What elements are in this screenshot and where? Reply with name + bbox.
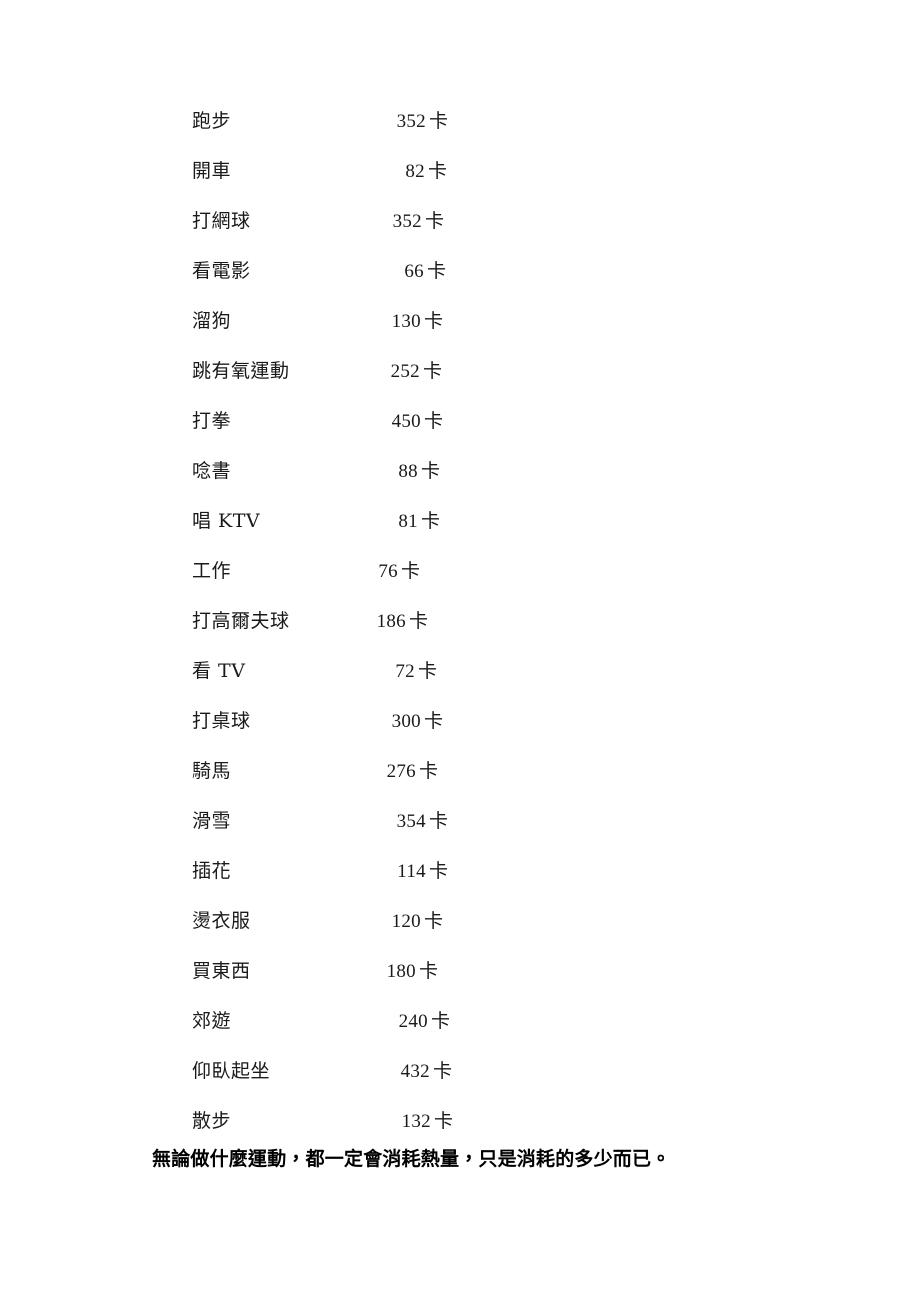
activity-row: 溜狗 130 卡 (0, 308, 920, 358)
calorie-number: 114 (397, 861, 426, 882)
calorie-number: 252 (390, 361, 420, 382)
calorie-unit: 卡 (433, 1110, 453, 1132)
activity-row: 唱 KTV 81 卡 (0, 508, 920, 558)
calorie-number: 354 (396, 811, 426, 832)
calorie-unit: 卡 (427, 160, 447, 182)
calorie-number: 352 (392, 211, 422, 232)
activity-calorie-value: 66 卡 (0, 258, 446, 285)
calorie-number: 352 (396, 111, 426, 132)
calorie-number: 432 (400, 1061, 430, 1082)
activity-calorie-value: 130 卡 (0, 308, 443, 335)
calorie-unit: 卡 (423, 710, 443, 732)
calorie-unit: 卡 (430, 1010, 450, 1032)
activity-row: 看 TV 72 卡 (0, 658, 920, 708)
calorie-unit: 卡 (418, 760, 438, 782)
calorie-unit: 卡 (428, 810, 448, 832)
activity-row: 唸書 88 卡 (0, 458, 920, 508)
calorie-unit: 卡 (418, 960, 438, 982)
activity-calorie-value: 82 卡 (0, 158, 447, 185)
calorie-unit: 卡 (420, 460, 440, 482)
activity-calorie-value: 354 卡 (0, 808, 448, 835)
calorie-number: 76 (378, 561, 398, 582)
calorie-unit: 卡 (417, 660, 437, 682)
activity-calorie-value: 120 卡 (0, 908, 443, 935)
calorie-number: 88 (398, 461, 418, 482)
activity-calorie-value: 81 卡 (0, 508, 440, 535)
calorie-unit: 卡 (426, 260, 446, 282)
activity-calorie-value: 450 卡 (0, 408, 443, 435)
activity-row: 跳有氧運動 252 卡 (0, 358, 920, 408)
calorie-unit: 卡 (423, 910, 443, 932)
activity-row: 跑步 352 卡 (0, 108, 920, 158)
calorie-number: 120 (391, 911, 421, 932)
calorie-unit: 卡 (432, 1060, 452, 1082)
calorie-number: 300 (391, 711, 421, 732)
activity-row: 開車 82 卡 (0, 158, 920, 208)
activity-calorie-value: 180 卡 (0, 958, 438, 985)
activity-row: 打高爾夫球 186 卡 (0, 608, 920, 658)
activity-calorie-value: 72 卡 (0, 658, 437, 685)
activity-calorie-value: 252 卡 (0, 358, 442, 385)
activity-row: 仰臥起坐 432 卡 (0, 1058, 920, 1108)
activity-row: 買東西 180 卡 (0, 958, 920, 1008)
activity-calorie-value: 186 卡 (0, 608, 428, 635)
activity-row: 郊遊 240 卡 (0, 1008, 920, 1058)
calorie-number: 82 (405, 161, 425, 182)
activity-calorie-value: 114 卡 (0, 858, 448, 885)
activity-calorie-value: 276 卡 (0, 758, 438, 785)
activity-row: 打網球 352 卡 (0, 208, 920, 258)
calorie-unit: 卡 (420, 510, 440, 532)
calorie-number: 132 (401, 1111, 431, 1132)
footer-note: 無論做什麼運動，都一定會消耗熱量，只是消耗的多少而已。 (152, 1148, 671, 1170)
activity-row: 插花 114 卡 (0, 858, 920, 908)
calorie-unit: 卡 (422, 360, 442, 382)
activity-row: 騎馬 276 卡 (0, 758, 920, 808)
calorie-unit: 卡 (423, 310, 443, 332)
activity-calorie-value: 300 卡 (0, 708, 443, 735)
calorie-unit: 卡 (408, 610, 428, 632)
activity-calorie-value: 352 卡 (0, 108, 448, 135)
calorie-number: 180 (386, 961, 416, 982)
activity-calorie-value: 88 卡 (0, 458, 440, 485)
activity-row: 看電影 66 卡 (0, 258, 920, 308)
activity-calorie-value: 240 卡 (0, 1008, 450, 1035)
activity-row: 滑雪 354 卡 (0, 808, 920, 858)
activity-row: 打拳 450 卡 (0, 408, 920, 458)
calorie-number: 240 (398, 1011, 428, 1032)
activity-row: 打桌球 300 卡 (0, 708, 920, 758)
calorie-unit: 卡 (428, 110, 448, 132)
document-page: 跑步 352 卡開車 82 卡打網球 352 卡看電影 66 卡溜狗 130 卡跳有氧運動 252 卡打… (0, 0, 920, 1302)
calorie-number: 186 (376, 611, 406, 632)
calorie-number: 276 (386, 761, 416, 782)
calorie-unit: 卡 (424, 210, 444, 232)
activity-calorie-value: 132 卡 (0, 1108, 453, 1135)
calorie-unit: 卡 (423, 410, 443, 432)
calorie-unit: 卡 (400, 560, 420, 582)
calorie-number: 66 (404, 261, 424, 282)
activity-row: 工作 76 卡 (0, 558, 920, 608)
activity-calorie-value: 432 卡 (0, 1058, 452, 1085)
calorie-number: 130 (391, 311, 421, 332)
calorie-number: 72 (395, 661, 415, 682)
calorie-number: 450 (391, 411, 421, 432)
activity-calorie-value: 76 卡 (0, 558, 420, 585)
calorie-number: 81 (398, 511, 418, 532)
calorie-unit: 卡 (428, 860, 448, 882)
activity-calorie-value: 352 卡 (0, 208, 444, 235)
activity-row: 燙衣服 120 卡 (0, 908, 920, 958)
